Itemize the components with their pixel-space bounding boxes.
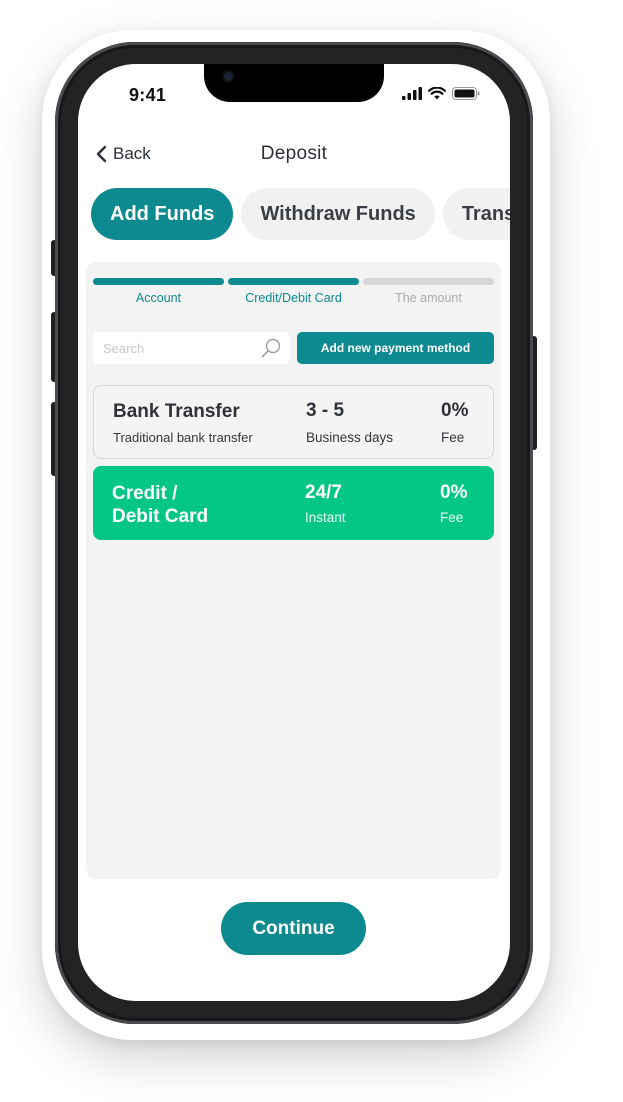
tab-transfer[interactable]: Transfer [442,188,510,240]
page-title: Deposit [260,143,328,164]
tab-add-funds[interactable]: Add Funds [91,188,234,240]
method-fee: 0% [441,400,469,421]
notch [204,64,384,102]
battery-icon [452,87,480,100]
status-icons [402,87,480,100]
method-fee: 0% [440,482,468,503]
progress-steps: Account Credit/Debit Card The amount [93,278,494,305]
step-label: Account [135,291,182,305]
add-payment-method-button[interactable]: Add new payment method [297,332,494,364]
method-time: 3 - 5 [306,400,345,421]
tab-withdraw-funds[interactable]: Withdraw Funds [241,188,435,240]
tab-bar: Add Funds Withdraw Funds Transfer [91,188,510,240]
payment-panel: Account Credit/Debit Card The amount Sea… [86,262,501,879]
method-name: Credit / Debit Card [112,483,209,527]
step-bar [228,278,359,285]
status-time: 9:41 [129,85,167,105]
method-time-label: Instant [305,510,346,525]
search-icon[interactable] [260,337,282,359]
method-fee-label: Fee [441,430,465,445]
method-fee-label: Fee [440,510,464,525]
method-bank-transfer[interactable]: Bank Transfer Traditional bank transfer … [93,385,494,459]
method-time: 24/7 [305,482,342,503]
phone-screen: 9:41 Back Deposit Add Funds Withdraw Fun… [78,64,510,1001]
camera-icon [224,72,233,81]
step-label: Credit/Debit Card [245,291,342,305]
step-bar [93,278,224,285]
step-card: Credit/Debit Card [228,278,359,305]
step-label: The amount [395,291,462,305]
step-amount: The amount [363,278,494,305]
method-credit-debit-card[interactable]: Credit / Debit Card 24/7 Instant 0% Fee [93,466,494,540]
method-time-label: Business days [306,430,394,445]
wifi-icon [428,87,446,100]
method-name: Bank Transfer [113,401,240,422]
step-account: Account [93,278,224,305]
search-input[interactable]: Search [93,332,290,364]
step-bar [363,278,494,285]
search-placeholder: Search [103,340,145,356]
continue-button[interactable]: Continue [221,902,366,955]
signal-icon [402,87,422,100]
method-description: Traditional bank transfer [113,430,253,445]
